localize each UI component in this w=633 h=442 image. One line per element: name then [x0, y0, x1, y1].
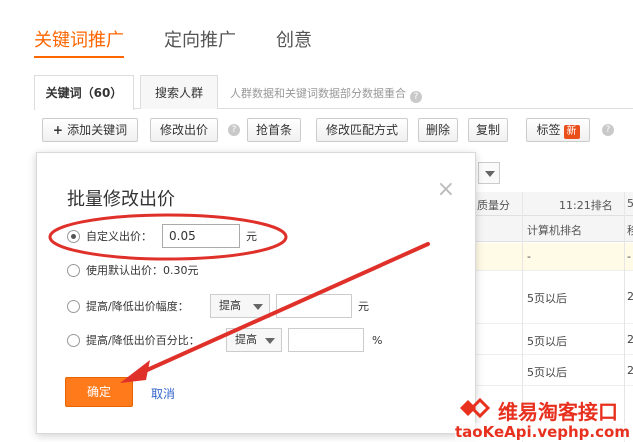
table-header: 质量分 11:21排名 5 — [475, 192, 633, 216]
copy-button[interactable]: 复制 — [468, 118, 508, 142]
range-unit: 元 — [358, 300, 369, 313]
chevron-down-icon — [265, 338, 275, 344]
help-icon[interactable]: ? — [228, 124, 240, 136]
percent-amount-input[interactable] — [288, 328, 364, 352]
dialog-title: 批量修改出价 — [67, 189, 175, 210]
tag-label: 标签 — [536, 123, 561, 137]
toolbar: + 添加关键词 修改出价 ? 抢首条 修改匹配方式 删除 复制 标签新 ? — [42, 118, 633, 144]
tag-button[interactable]: 标签新 — [526, 118, 590, 142]
range-amount-input[interactable] — [276, 294, 352, 318]
subtab-note: 人群数据和关键词数据部分数据重合? — [230, 85, 422, 103]
confirm-button[interactable]: 确定 — [65, 377, 133, 407]
table-cell: 2 — [627, 364, 633, 377]
table-cell: 5页以后 — [527, 335, 567, 348]
col-pc-rank-header: 计算机排名 — [527, 224, 582, 237]
table-row: 5页以后 2 — [475, 325, 633, 355]
top-navigation: 关键词推广 定向推广 创意 — [34, 28, 352, 58]
cancel-link[interactable]: 取消 — [151, 385, 175, 402]
table-cell: - — [627, 250, 631, 263]
help-icon[interactable]: ? — [410, 91, 422, 103]
default-bid-option: 使用默认出价：0.30元 — [67, 257, 199, 283]
percent-bid-label: 提高/降低出价百分比： — [86, 334, 200, 347]
range-direction-value: 提高 — [219, 299, 241, 312]
percent-direction-select[interactable]: 提高 — [226, 328, 282, 352]
tab-keywords[interactable]: 关键词（60） — [34, 75, 134, 110]
default-bid-label: 使用默认出价：0.30元 — [86, 264, 199, 277]
range-bid-option: 提高/降低出价幅度： 提高 元 — [67, 293, 369, 319]
col-quality-header: 质量分 — [477, 199, 510, 212]
chevron-down-icon — [485, 171, 495, 177]
help-icon[interactable]: ? — [602, 124, 614, 136]
range-direction-select[interactable]: 提高 — [210, 294, 270, 318]
custom-bid-unit: 元 — [246, 230, 257, 243]
watermark-url: taoKeApi.vephp.com — [455, 423, 630, 441]
range-bid-label: 提高/降低出价幅度： — [86, 300, 189, 313]
edit-match-button[interactable]: 修改匹配方式 — [316, 118, 408, 142]
percent-bid-option: 提高/降低出价百分比： 提高 % — [67, 327, 382, 353]
table-cell: 5页以后 — [527, 366, 567, 379]
table-row: 5页以后 2 — [475, 356, 633, 386]
grab-top-button[interactable]: 抢首条 — [247, 118, 301, 142]
batch-edit-bid-dialog: 批量修改出价 × 自定义出价： 元 使用默认出价：0.30元 提高/降低出价幅度… — [36, 152, 476, 434]
close-icon[interactable]: × — [437, 177, 455, 202]
nav-creative[interactable]: 创意 — [276, 28, 312, 58]
col-extra-header: 5 — [627, 197, 633, 210]
custom-bid-label: 自定义出价： — [86, 230, 152, 243]
table-filter-dropdown[interactable] — [478, 162, 500, 184]
table-row: 5页以后 2 — [475, 272, 633, 324]
col-rank-header: 11:21排名 — [559, 199, 613, 212]
table-cell: 2 — [627, 290, 633, 303]
new-badge: 新 — [563, 125, 580, 139]
percent-direction-value: 提高 — [235, 333, 257, 346]
watermark-logo-icon — [460, 397, 491, 419]
percent-unit: % — [372, 333, 383, 347]
add-keyword-button[interactable]: + 添加关键词 — [42, 118, 138, 142]
add-keyword-label: 添加关键词 — [67, 123, 128, 137]
subtab-bar: 关键词（60） 搜索人群 人群数据和关键词数据部分数据重合? — [34, 75, 633, 110]
custom-bid-input[interactable] — [162, 224, 240, 248]
col-mobile-rank-header: 移 — [627, 224, 633, 237]
edit-bid-button[interactable]: 修改出价 — [150, 118, 218, 142]
custom-bid-option: 自定义出价： 元 — [67, 223, 257, 249]
table-subheader: 计算机排名 移 — [475, 216, 633, 242]
range-bid-radio[interactable] — [67, 299, 80, 313]
nav-keyword-promotion[interactable]: 关键词推广 — [34, 28, 124, 58]
table-cell: 2 — [627, 333, 633, 346]
nav-targeted-promotion[interactable]: 定向推广 — [164, 28, 236, 58]
table-cell: - — [527, 250, 531, 263]
plus-icon: + — [52, 123, 68, 137]
custom-bid-radio[interactable] — [67, 229, 80, 243]
table-row: - - — [475, 243, 633, 271]
subtab-note-text: 人群数据和关键词数据部分数据重合 — [230, 87, 406, 100]
delete-button[interactable]: 删除 — [418, 118, 458, 142]
watermark-text: 维易淘客接口 — [498, 400, 618, 424]
default-bid-radio[interactable] — [67, 263, 80, 277]
percent-bid-radio[interactable] — [67, 333, 80, 347]
tab-search-crowd[interactable]: 搜索人群 — [140, 75, 218, 109]
column-divider — [624, 192, 625, 442]
chevron-down-icon — [253, 304, 263, 310]
table-cell: 5页以后 — [527, 292, 567, 305]
